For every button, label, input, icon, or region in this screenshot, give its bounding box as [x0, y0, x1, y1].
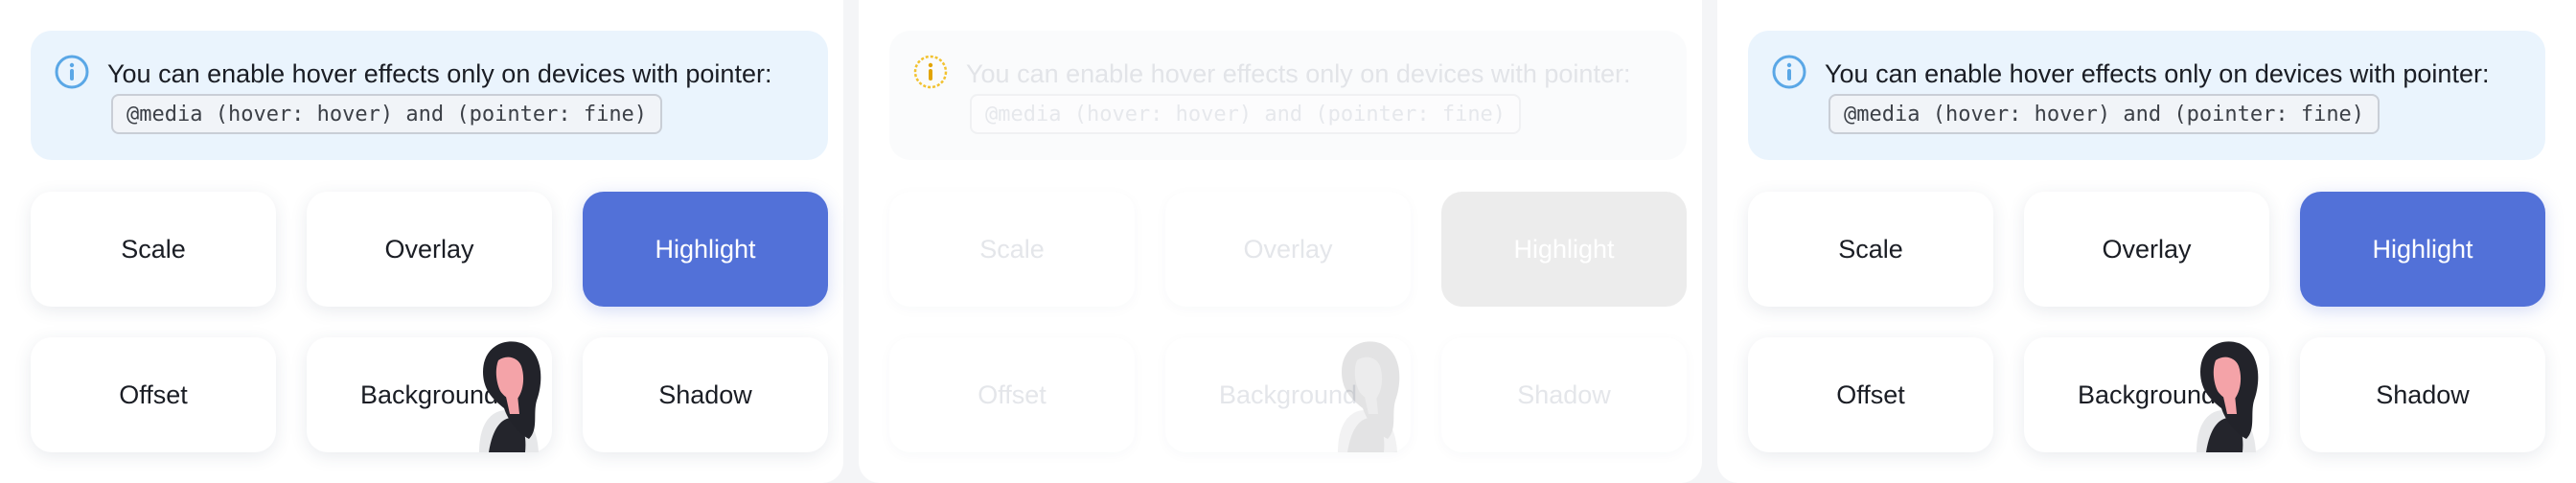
- shadow-button[interactable]: Shadow: [2300, 337, 2545, 452]
- demo-panel-2: You can enable hover effects only on dev…: [859, 0, 1702, 483]
- scale-button[interactable]: Scale: [889, 192, 1135, 307]
- person-illustration: [1338, 341, 1400, 452]
- shadow-button[interactable]: Shadow: [583, 337, 828, 452]
- person-illustration: [2196, 341, 2259, 452]
- highlight-button[interactable]: Highlight: [2300, 192, 2545, 307]
- offset-button[interactable]: Offset: [889, 337, 1135, 452]
- info-callout: You can enable hover effects only on dev…: [1748, 31, 2545, 160]
- info-callout: You can enable hover effects only on dev…: [889, 31, 1687, 160]
- info-icon: [55, 55, 89, 89]
- demo-panel-1: You can enable hover effects only on dev…: [0, 0, 843, 483]
- info-text: You can enable hover effects only on dev…: [966, 59, 1631, 88]
- person-illustration: [479, 341, 541, 452]
- demo-panel-3: You can enable hover effects only on dev…: [1717, 0, 2576, 483]
- shadow-button[interactable]: Shadow: [1441, 337, 1687, 452]
- offset-button[interactable]: Offset: [31, 337, 276, 452]
- scale-button[interactable]: Scale: [31, 192, 276, 307]
- info-callout: You can enable hover effects only on dev…: [31, 31, 828, 160]
- highlight-button[interactable]: Highlight: [583, 192, 828, 307]
- overlay-button[interactable]: Overlay: [2024, 192, 2269, 307]
- overlay-button[interactable]: Overlay: [307, 192, 552, 307]
- info-text: You can enable hover effects only on dev…: [1825, 59, 2490, 88]
- offset-button[interactable]: Offset: [1748, 337, 1993, 452]
- overlay-button[interactable]: Overlay: [1165, 192, 1411, 307]
- highlight-button[interactable]: Highlight: [1441, 192, 1687, 307]
- scale-button[interactable]: Scale: [1748, 192, 1993, 307]
- info-icon: [1772, 55, 1806, 89]
- media-query-code: @media (hover: hover) and (pointer: fine…: [111, 94, 663, 134]
- warning-info-icon: [913, 55, 948, 89]
- info-text: You can enable hover effects only on dev…: [107, 59, 772, 88]
- media-query-code: @media (hover: hover) and (pointer: fine…: [970, 94, 1522, 134]
- media-query-code: @media (hover: hover) and (pointer: fine…: [1828, 94, 2380, 134]
